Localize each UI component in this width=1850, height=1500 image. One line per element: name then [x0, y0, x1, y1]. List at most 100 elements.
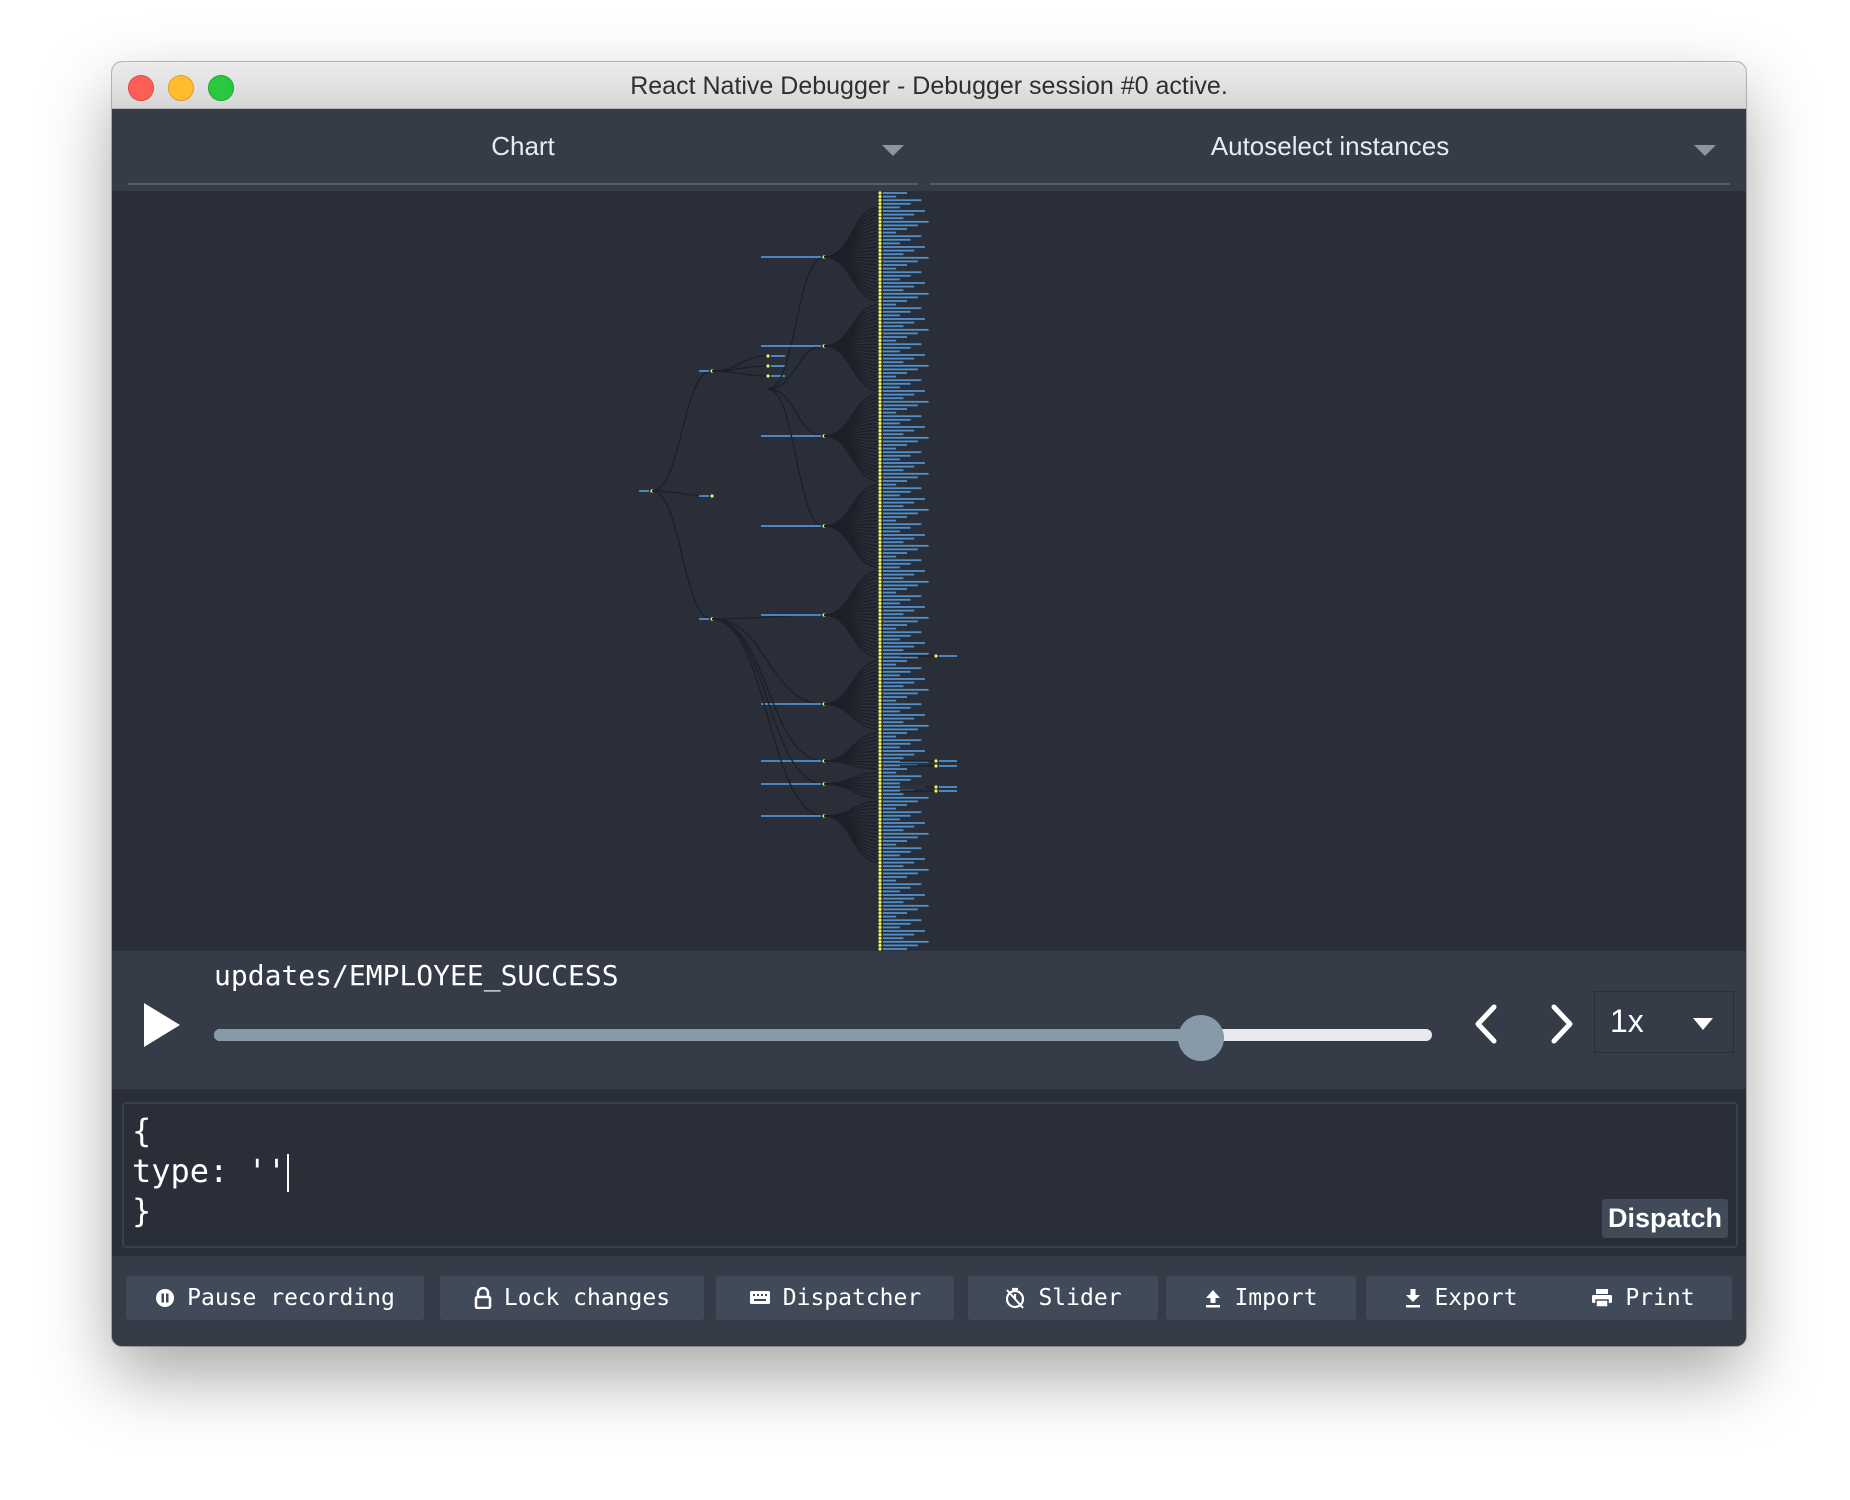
- tree-node: [878, 576, 882, 580]
- tree-node: [878, 641, 882, 645]
- tree-node: [878, 731, 882, 735]
- pause-recording-button[interactable]: Pause recording: [126, 1276, 424, 1320]
- tree-node: [934, 759, 938, 763]
- tree-node-label: [883, 807, 897, 810]
- tree-node-label: [883, 480, 907, 482]
- tree-node: [766, 374, 770, 378]
- tree-node: [878, 447, 882, 451]
- tree-node-label: [883, 217, 904, 220]
- tree-node: [878, 702, 882, 706]
- tree-node-label: [883, 444, 907, 446]
- tree-node-label: [883, 526, 911, 529]
- tree-node-label: [883, 372, 907, 374]
- step-back-button[interactable]: [1468, 1001, 1508, 1047]
- tree-node: [878, 249, 882, 253]
- tree-node-label: [883, 688, 929, 691]
- tree-node: [878, 688, 882, 692]
- tree-node-label: [883, 206, 900, 209]
- state-tree-chart[interactable]: [112, 191, 1746, 951]
- tree-node-label: [883, 670, 911, 673]
- pause-recording-label: Pause recording: [187, 1285, 395, 1311]
- tree-node-label: [883, 598, 911, 601]
- tree-node: [878, 205, 882, 209]
- step-forward-button[interactable]: [1540, 1001, 1580, 1047]
- tree-node: [878, 439, 882, 443]
- tree-node-label: [883, 894, 925, 896]
- tree-node-label: [883, 451, 922, 454]
- instance-select[interactable]: Autoselect instances: [930, 109, 1730, 185]
- tree-node-label: [883, 933, 915, 936]
- slider-button[interactable]: Slider: [968, 1276, 1158, 1320]
- tree-node-label: [883, 660, 907, 662]
- tree-node: [878, 425, 882, 429]
- tree-node: [878, 342, 882, 346]
- tree-node: [878, 936, 882, 940]
- tree-node-label: [883, 832, 929, 835]
- tree-node: [878, 457, 882, 461]
- monitor-select[interactable]: Chart: [128, 109, 918, 185]
- tree-node-label: [883, 534, 925, 536]
- tree-node: [878, 814, 882, 818]
- tree-node: [878, 299, 882, 303]
- tree-node: [878, 850, 882, 854]
- tree-node: [878, 598, 882, 602]
- print-label: Print: [1625, 1285, 1695, 1311]
- tree-node: [878, 864, 882, 868]
- export-button[interactable]: Export: [1366, 1276, 1556, 1320]
- title-bar: React Native Debugger - Debugger session…: [112, 62, 1746, 109]
- play-button[interactable]: [144, 1003, 180, 1047]
- tree-node-label: [883, 724, 929, 727]
- tree-node: [878, 259, 882, 263]
- dispatcher-editor[interactable]: { type: '' } Dispatch: [122, 1102, 1738, 1248]
- timeline-track[interactable]: [214, 1029, 1432, 1041]
- tree-node-label: [883, 552, 907, 554]
- import-button[interactable]: Import: [1166, 1276, 1356, 1320]
- tree-node: [878, 220, 882, 224]
- tree-node: [878, 400, 882, 404]
- tree-node-label: [883, 800, 918, 803]
- tree-node: [878, 832, 882, 836]
- timeline-handle[interactable]: [1177, 1015, 1224, 1061]
- tree-node: [878, 853, 882, 858]
- tree-node-label: [883, 822, 925, 824]
- tree-node-label: [883, 458, 900, 461]
- dispatch-button[interactable]: Dispatch: [1601, 1199, 1728, 1238]
- tree-node-label: [883, 714, 925, 716]
- tree-node: [878, 295, 882, 299]
- tree-node: [878, 493, 882, 497]
- tree-node-label: [883, 375, 897, 378]
- tree-node: [878, 857, 882, 861]
- tree-node: [878, 475, 882, 479]
- tree-node-label: [883, 775, 922, 778]
- import-label: Import: [1234, 1285, 1318, 1311]
- tree-node: [878, 835, 882, 840]
- tree-node-label: [883, 408, 907, 410]
- tree-node: [878, 666, 882, 670]
- tree-node-label: [883, 253, 904, 256]
- lock-changes-button[interactable]: Lock changes: [440, 1276, 704, 1320]
- tree-node: [878, 306, 882, 310]
- tree-node-label: [883, 256, 929, 259]
- tree-node-label: [883, 231, 897, 234]
- tree-node-label: [883, 238, 911, 241]
- tree-node: [878, 465, 882, 469]
- tree-node: [878, 663, 882, 667]
- tree-node-label: [883, 872, 918, 875]
- tree-node-label: [883, 548, 918, 551]
- print-button[interactable]: Print: [1554, 1276, 1732, 1320]
- tree-node: [878, 591, 882, 595]
- tree-node-label: [639, 490, 649, 492]
- tree-node-label: [883, 811, 922, 814]
- dispatcher-button[interactable]: Dispatcher: [716, 1276, 954, 1320]
- playback-speed-select[interactable]: 1x: [1594, 991, 1734, 1053]
- tree-node: [878, 551, 882, 555]
- tree-node: [878, 767, 882, 771]
- tree-node-label: [883, 861, 915, 864]
- tree-node: [878, 522, 882, 526]
- tree-node-label: [883, 606, 925, 608]
- tree-node-label: [883, 512, 918, 515]
- tree-node: [878, 432, 882, 436]
- tree-node: [878, 490, 882, 494]
- tree-node: [878, 385, 882, 389]
- tree-node: [878, 799, 882, 804]
